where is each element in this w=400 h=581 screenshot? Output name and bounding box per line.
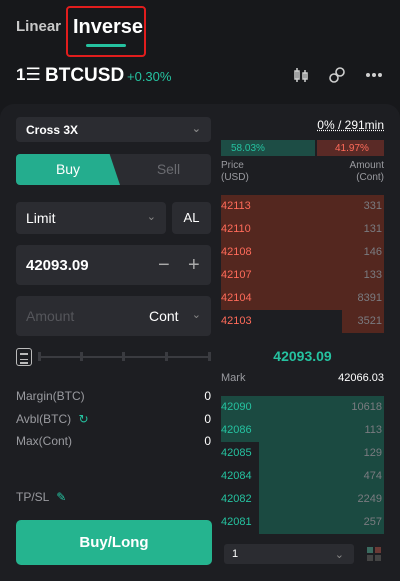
margin-mode-label: Cross 3X bbox=[26, 123, 79, 137]
edit-icon[interactable]: ✎ bbox=[56, 490, 66, 504]
price-header-line: Price bbox=[221, 160, 244, 171]
avbl-label-text: Avbl(BTC) bbox=[16, 412, 72, 426]
more-icon[interactable] bbox=[364, 66, 384, 86]
active-tab-indicator bbox=[86, 44, 126, 47]
bid-price: 42084 bbox=[221, 470, 252, 482]
amount-input[interactable]: Amount Cont ⌄ bbox=[16, 296, 211, 336]
increment-button[interactable]: + bbox=[188, 254, 200, 277]
order-type-label: Limit bbox=[26, 210, 56, 226]
amount-unit-select[interactable]: Cont bbox=[149, 308, 179, 324]
bid-price: 42090 bbox=[221, 401, 252, 413]
tpsl-toggle[interactable]: TP/SL ✎ bbox=[16, 490, 66, 504]
bid-amount: 2249 bbox=[357, 493, 382, 505]
ask-price: 42103 bbox=[221, 315, 252, 327]
ask-amount: 133 bbox=[363, 269, 382, 281]
decrement-button[interactable]: − bbox=[158, 254, 170, 277]
transfer-icon[interactable]: ↻ bbox=[78, 412, 88, 426]
chevron-down-icon: ⌄ bbox=[334, 549, 344, 561]
buy-tab[interactable]: Buy bbox=[16, 154, 120, 185]
book-icon[interactable]: 1☰ bbox=[16, 66, 41, 84]
bid-price: 42086 bbox=[221, 424, 252, 436]
candlestick-icon[interactable] bbox=[291, 66, 311, 86]
buy-long-button[interactable]: Buy/Long bbox=[16, 520, 212, 565]
max-value: 0 bbox=[204, 434, 211, 448]
bid-row[interactable]: 42082 2249 bbox=[221, 488, 384, 511]
chevron-down-icon: ⌄ bbox=[191, 123, 201, 135]
list-icon[interactable] bbox=[16, 348, 32, 366]
depth-value: 1 bbox=[232, 548, 239, 560]
bid-amount: 474 bbox=[363, 470, 382, 482]
price-header-unit: (USD) bbox=[221, 172, 249, 183]
slider-tick[interactable] bbox=[122, 352, 125, 361]
bid-row[interactable]: 42085 129 bbox=[221, 442, 384, 465]
ask-price: 42110 bbox=[221, 223, 251, 235]
sell-ratio: 41.97% bbox=[317, 140, 384, 156]
slider-tick[interactable] bbox=[80, 352, 83, 361]
ask-price: 42104 bbox=[221, 292, 252, 304]
bid-amount: 113 bbox=[364, 424, 382, 436]
ask-row[interactable]: 42108 146 bbox=[221, 241, 384, 264]
tpsl-label: TP/SL bbox=[16, 490, 49, 504]
bid-row[interactable]: 42084 474 bbox=[221, 465, 384, 488]
slider-tick[interactable] bbox=[165, 352, 168, 361]
slider-tick[interactable] bbox=[208, 352, 211, 361]
bid-amount: 10618 bbox=[351, 401, 382, 413]
chevron-down-icon: ⌄ bbox=[146, 211, 156, 223]
bid-row[interactable]: 42090 10618 bbox=[221, 396, 384, 419]
ask-amount: 331 bbox=[363, 200, 382, 212]
amount-header: Amount (Cont) bbox=[320, 160, 384, 184]
symbol-title[interactable]: BTCUSD bbox=[45, 65, 124, 87]
bid-amount: 129 bbox=[363, 447, 382, 459]
amount-header-unit: (Cont) bbox=[356, 172, 384, 183]
ask-price: 42107 bbox=[221, 269, 252, 281]
chevron-down-icon: ⌄ bbox=[191, 309, 201, 321]
slider-tick[interactable] bbox=[38, 352, 41, 361]
price-header: Price (USD) bbox=[221, 160, 249, 184]
avbl-label: Avbl(BTC) ↻ bbox=[16, 412, 89, 426]
mark-value: 42066.03 bbox=[338, 372, 384, 384]
mark-label: Mark bbox=[221, 372, 246, 384]
avbl-value: 0 bbox=[204, 412, 211, 426]
margin-mode-select[interactable]: Cross 3X ⌄ bbox=[16, 117, 211, 142]
sell-tab[interactable]: Sell bbox=[126, 154, 211, 185]
price-change: +0.30% bbox=[127, 69, 172, 84]
price-input[interactable]: 42093.09 − + bbox=[16, 245, 211, 285]
ask-row[interactable]: 42113 331 bbox=[221, 195, 384, 218]
bid-price: 42085 bbox=[221, 447, 252, 459]
al-button[interactable]: AL bbox=[172, 202, 211, 234]
ask-price: 42113 bbox=[221, 200, 251, 212]
buy-ratio: 58.03% bbox=[221, 140, 315, 156]
amount-placeholder: Amount bbox=[26, 308, 75, 324]
tab-inverse[interactable]: Inverse bbox=[73, 16, 143, 39]
last-price: 42093.09 bbox=[273, 348, 332, 364]
ask-amount: 131 bbox=[363, 223, 382, 235]
bid-price: 42082 bbox=[221, 493, 252, 505]
buy-sell-toggle: Buy Sell bbox=[16, 154, 211, 185]
ask-amount: 3521 bbox=[357, 315, 382, 327]
ask-price: 42108 bbox=[221, 246, 252, 258]
margin-label: Margin(BTC) bbox=[16, 389, 85, 403]
bid-row[interactable]: 42081 257 bbox=[221, 511, 384, 534]
orderbook-layout-icon[interactable] bbox=[366, 546, 382, 562]
bid-amount: 257 bbox=[363, 516, 382, 528]
depth-select[interactable]: 1 ⌄ bbox=[224, 544, 354, 564]
order-type-select[interactable]: Limit ⌄ bbox=[16, 202, 166, 234]
max-label: Max(Cont) bbox=[16, 434, 73, 448]
margin-value: 0 bbox=[204, 389, 211, 403]
funding-rate-countdown[interactable]: 0% / 291min bbox=[221, 118, 384, 132]
buy-sell-ratio: 58.03% 41.97% bbox=[221, 140, 384, 156]
ask-amount: 8391 bbox=[357, 292, 382, 304]
price-value: 42093.09 bbox=[26, 257, 89, 274]
bid-price: 42081 bbox=[221, 516, 252, 528]
ask-row[interactable]: 42103 3521 bbox=[221, 310, 384, 333]
link-icon[interactable] bbox=[327, 66, 347, 86]
ask-row[interactable]: 42107 133 bbox=[221, 264, 384, 287]
ask-amount: 146 bbox=[363, 246, 382, 258]
ask-row[interactable]: 42110 131 bbox=[221, 218, 384, 241]
amount-header-line: Amount bbox=[349, 160, 384, 171]
tab-linear[interactable]: Linear bbox=[16, 18, 61, 35]
ask-row[interactable]: 42104 8391 bbox=[221, 287, 384, 310]
bid-row[interactable]: 42086 113 bbox=[221, 419, 384, 442]
